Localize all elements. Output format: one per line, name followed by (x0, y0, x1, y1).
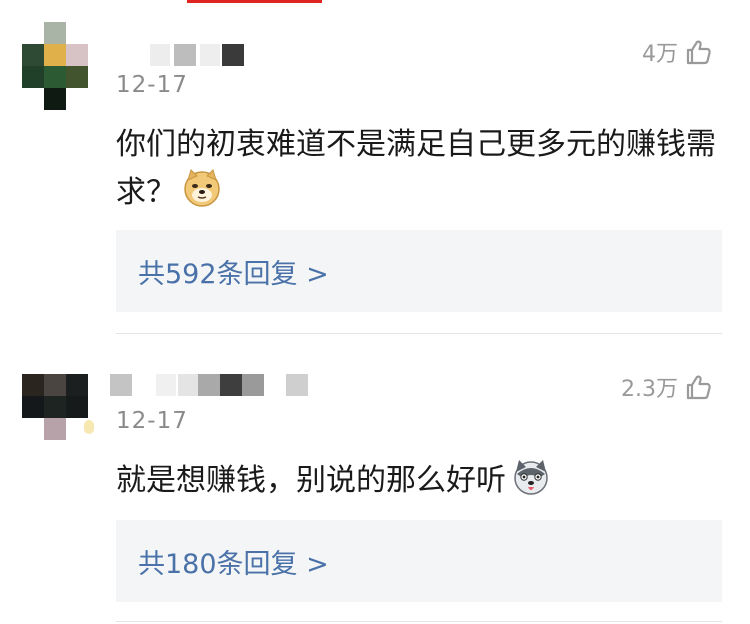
replies-count-link[interactable]: 共592条回复 > (138, 252, 329, 291)
comment-text-content: 就是想赚钱，别说的那么好听 (116, 463, 506, 498)
comment-item: 12-17 4万 你们的初衷难道不是满足自己更多元的赚钱需求？ 共592条回复 … (0, 0, 750, 334)
view-replies-button[interactable]: 共592条回复 > (116, 230, 722, 312)
thumbs-up-icon (684, 38, 712, 66)
username-blurred[interactable] (110, 374, 310, 396)
comment-text: 就是想赚钱，别说的那么好听 (116, 458, 716, 510)
comment-date: 12-17 (116, 408, 188, 434)
thumbs-up-icon (684, 373, 712, 401)
comment-text: 你们的初衷难道不是满足自己更多元的赚钱需求？ (116, 122, 716, 222)
view-replies-button[interactable]: 共180条回复 > (116, 520, 722, 602)
like-count: 4万 (642, 42, 678, 67)
doge-emoji-icon (182, 168, 222, 222)
like-button[interactable]: 2.3万 (621, 371, 712, 403)
username-blurred[interactable] (110, 44, 310, 66)
husky-emoji-icon (512, 458, 550, 510)
comment-date: 12-17 (116, 72, 188, 98)
avatar[interactable] (22, 22, 88, 110)
avatar[interactable] (22, 374, 94, 462)
like-button[interactable]: 4万 (642, 36, 712, 68)
divider (116, 621, 722, 622)
like-count: 2.3万 (621, 377, 678, 402)
comment-item: 12-17 2.3万 就是想赚钱，别说的那么好听 共180条回复 > (0, 334, 750, 624)
replies-count-link[interactable]: 共180条回复 > (138, 542, 329, 581)
